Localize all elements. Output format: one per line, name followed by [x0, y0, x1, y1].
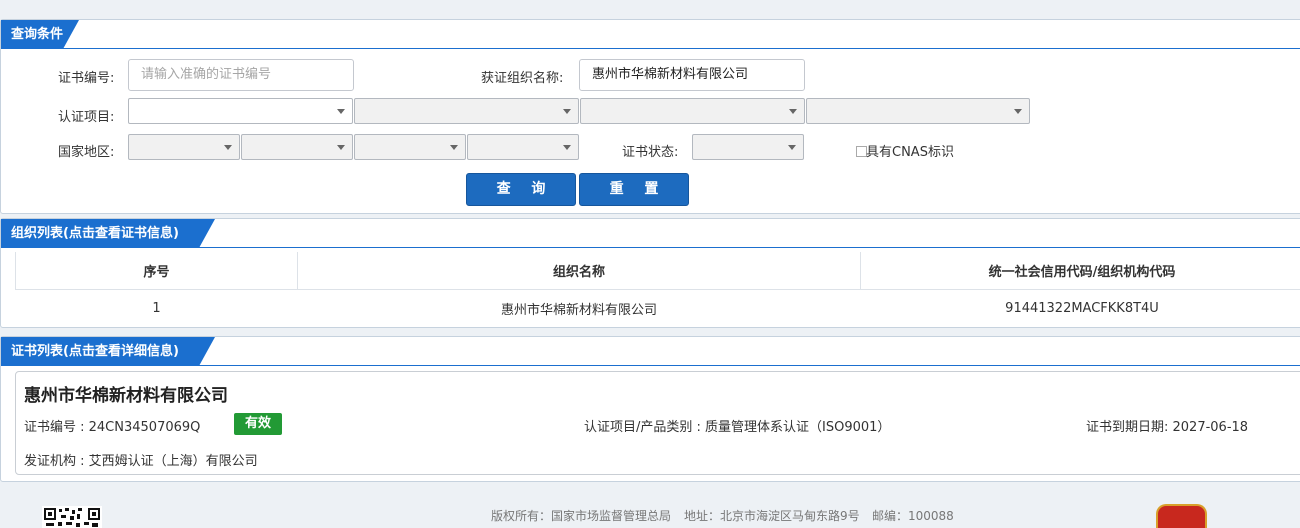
chevron-down-icon — [789, 109, 797, 114]
cert-item-select-2[interactable] — [354, 98, 579, 124]
certificate-category: 认证项目/产品类别 : 质量管理体系认证（ISO9001） — [584, 420, 891, 435]
region-select-3[interactable] — [354, 134, 466, 160]
cert-status-label: 证书状态: — [622, 145, 679, 160]
footer-copyright: 版权所有：国家市场监督管理总局 — [491, 509, 672, 523]
cert-item-label: 认证项目: — [58, 110, 115, 125]
cert-item-select-4[interactable] — [806, 98, 1030, 124]
chevron-down-icon — [1014, 109, 1022, 114]
qr-code-icon — [42, 506, 102, 528]
chevron-down-icon — [563, 145, 571, 150]
search-button[interactable]: 查 询 — [466, 173, 576, 206]
region-label: 国家地区: — [58, 145, 115, 160]
region-select-4[interactable] — [467, 134, 579, 160]
divider — [1, 247, 1300, 248]
org-table: 序号 组织名称 统一社会信用代码/组织机构代码 1 惠州市华棉新材料有限公司 9… — [15, 252, 1300, 326]
reset-button[interactable]: 重 置 — [579, 173, 689, 206]
chevron-down-icon — [788, 145, 796, 150]
certificate-number: 证书编号 : 24CN34507069Q — [24, 420, 201, 435]
chevron-down-icon — [337, 109, 345, 114]
region-select-2[interactable] — [241, 134, 353, 160]
emblem-icon — [1156, 504, 1207, 528]
footer-address: 地址：北京市海淀区马甸东路9号 — [684, 509, 860, 523]
chevron-down-icon — [224, 145, 232, 150]
row-org-name[interactable]: 惠州市华棉新材料有限公司 — [298, 290, 861, 327]
column-header-index: 序号 — [15, 252, 298, 290]
chevron-down-icon — [563, 109, 571, 114]
top-band — [0, 0, 1300, 18]
org-name-input[interactable]: 惠州市华棉新材料有限公司 — [579, 59, 805, 91]
divider — [1, 48, 1300, 49]
cert-no-label: 证书编号: — [58, 71, 115, 86]
column-header-org-name: 组织名称 — [297, 252, 861, 290]
cert-status-select[interactable] — [692, 134, 804, 160]
org-name-label: 获证组织名称: — [481, 71, 564, 86]
certificate-issuer: 发证机构 : 艾西姆认证（上海）有限公司 — [24, 454, 258, 469]
chevron-down-icon — [337, 145, 345, 150]
chevron-down-icon — [450, 145, 458, 150]
divider — [1, 365, 1300, 366]
cert-item-select-3[interactable] — [580, 98, 805, 124]
footer-postcode: 邮编：100088 — [872, 509, 954, 523]
cert-item-select-1[interactable] — [128, 98, 353, 124]
region-select-1[interactable] — [128, 134, 240, 160]
query-panel-tab: 查询条件 — [1, 20, 79, 49]
table-row[interactable]: 1 惠州市华棉新材料有限公司 91441322MACFKK8T4U — [16, 290, 1300, 327]
cnas-label: 具有CNAS标识 — [866, 145, 954, 160]
org-panel-tab: 组织列表(点击查看证书信息) — [1, 219, 215, 248]
row-index: 1 — [152, 300, 161, 316]
table-header-row: 序号 组织名称 统一社会信用代码/组织机构代码 — [15, 252, 1300, 290]
cert-panel-tab: 证书列表(点击查看详细信息) — [1, 337, 215, 366]
footer: 版权所有：国家市场监督管理总局 地址：北京市海淀区马甸东路9号 邮编：10008… — [0, 485, 1300, 528]
row-credit-code: 91441322MACFKK8T4U — [1005, 300, 1159, 316]
certificate-expiry: 证书到期日期: 2027-06-18 — [1086, 420, 1249, 435]
status-badge: 有效 — [234, 413, 282, 435]
column-header-credit-code: 统一社会信用代码/组织机构代码 — [860, 252, 1300, 290]
cert-no-input[interactable]: 请输入准确的证书编号 — [128, 59, 354, 91]
certificate-company-name: 惠州市华棉新材料有限公司 — [24, 386, 228, 406]
certificate-card[interactable]: 惠州市华棉新材料有限公司 证书编号 : 24CN34507069Q 有效 认证项… — [15, 371, 1300, 475]
